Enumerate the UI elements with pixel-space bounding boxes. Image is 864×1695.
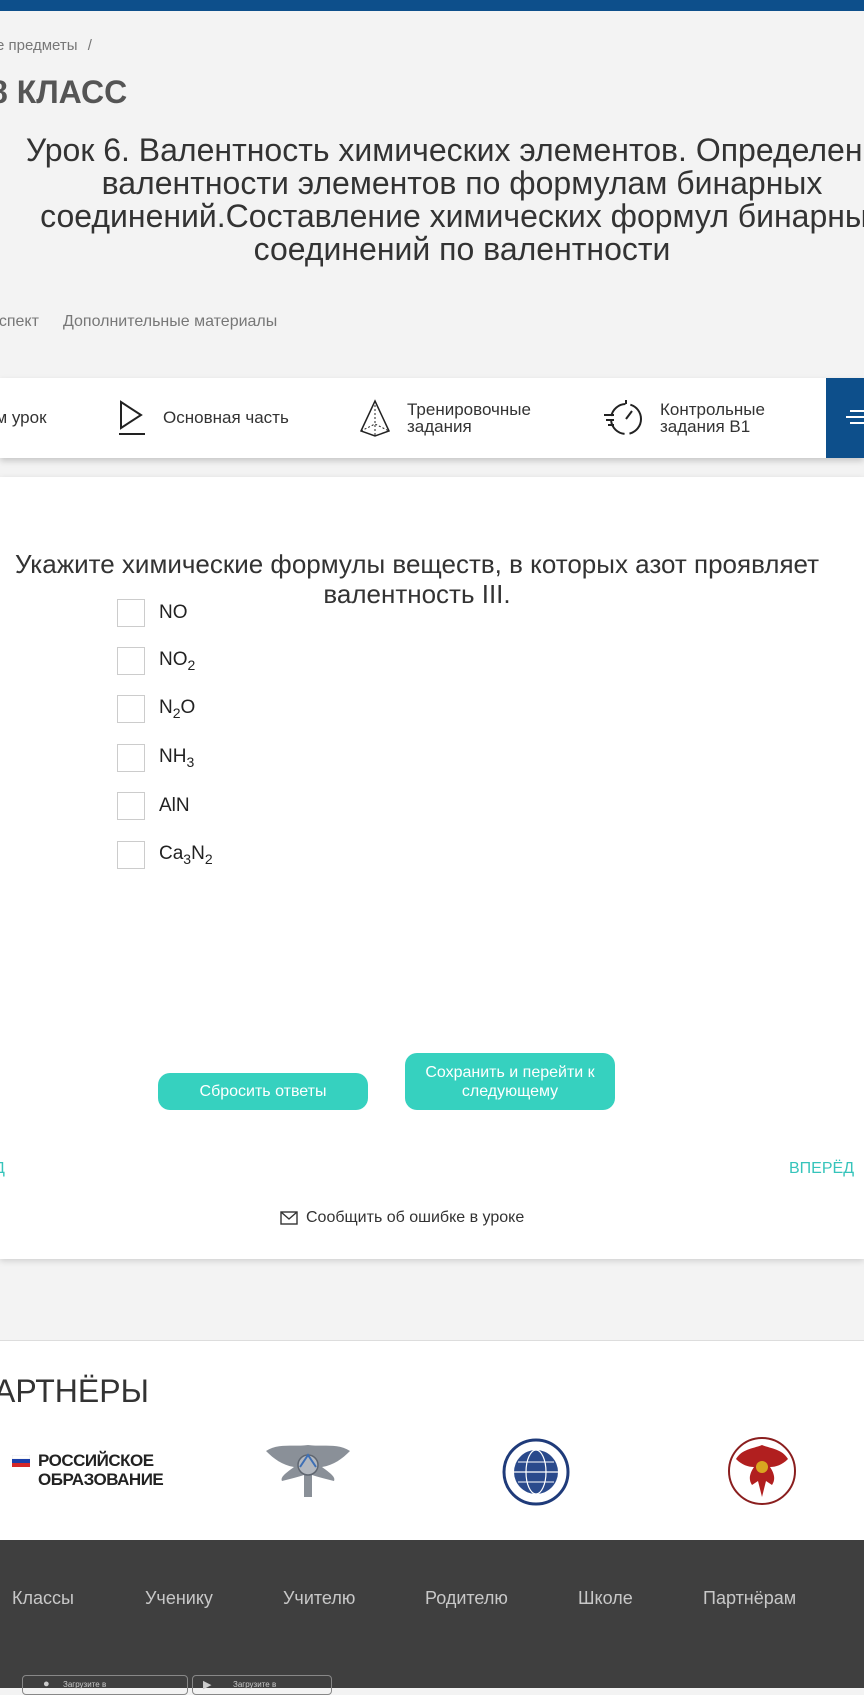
footer: Классы Ученику Учителю Родителю Школе Па… bbox=[0, 1540, 864, 1695]
answer-formula: NO2 bbox=[159, 649, 195, 673]
answer-formula: NH3 bbox=[159, 746, 194, 770]
play-store-icon: ▶ bbox=[203, 1679, 212, 1691]
envelope-icon bbox=[280, 1211, 298, 1225]
formula-text: O bbox=[180, 697, 196, 719]
formula-subscript: 3 bbox=[186, 753, 195, 770]
formula-subscript: 2 bbox=[187, 656, 196, 673]
report-error-label: Сообщить об ошибке в уроке bbox=[306, 1209, 525, 1226]
step-label: Основная часть bbox=[163, 408, 289, 427]
russian-education-logo[interactable]: РОССИЙСКОЕ ОБРАЗОВАНИЕ bbox=[12, 1451, 164, 1489]
step-label-line1: Контрольные bbox=[660, 400, 765, 419]
answer-option[interactable]: AlN bbox=[117, 792, 190, 820]
answer-option[interactable]: NO bbox=[117, 599, 188, 627]
breadcrumb-separator: / bbox=[87, 37, 92, 54]
partners-section: АРТНЁРЫ РОССИЙСКОЕ ОБРАЗОВАНИЕ bbox=[0, 1340, 864, 1541]
military-historical-society-emblem[interactable] bbox=[724, 1435, 800, 1507]
step-main-part[interactable]: Основная часть bbox=[117, 378, 289, 458]
breadcrumb-link[interactable]: е предметы bbox=[0, 37, 78, 54]
grade-title: 8 КЛАСС bbox=[0, 74, 128, 110]
footer-link-teacher[interactable]: Учителю bbox=[283, 1588, 355, 1609]
answer-checkbox[interactable] bbox=[117, 792, 145, 820]
formula-text: N bbox=[159, 697, 173, 719]
task-card: Укажите химические формулы веществ, в ко… bbox=[0, 477, 864, 1259]
answer-option[interactable]: N2O bbox=[117, 695, 195, 723]
breadcrumb: е предметы / bbox=[0, 37, 92, 54]
forward-link[interactable]: ВПЕРЁД bbox=[789, 1160, 854, 1178]
step-training-tasks[interactable]: Тренировочные задания bbox=[359, 378, 531, 458]
save-button-line2: следующему bbox=[461, 1082, 559, 1100]
play-icon bbox=[119, 400, 145, 435]
logo-text-line2: ОБРАЗОВАНИЕ bbox=[38, 1470, 164, 1489]
answer-checkbox[interactable] bbox=[117, 841, 145, 869]
pyramid-icon bbox=[359, 399, 391, 437]
step-label-line2: задания bbox=[407, 417, 472, 436]
google-play-badge[interactable]: ▶ Загрузите в bbox=[192, 1675, 332, 1695]
step-next-active[interactable] bbox=[826, 378, 864, 458]
ministry-eagle-emblem[interactable] bbox=[264, 1437, 352, 1501]
answer-option[interactable]: NH3 bbox=[117, 744, 194, 772]
answer-checkbox[interactable] bbox=[117, 695, 145, 723]
answer-checkbox[interactable] bbox=[117, 599, 145, 627]
russian-flag-icon bbox=[12, 1455, 30, 1467]
answer-formula: AlN bbox=[159, 795, 190, 817]
answer-checkbox[interactable] bbox=[117, 647, 145, 675]
formula-text: NO bbox=[159, 602, 188, 623]
formula-subscript: 3 bbox=[183, 850, 192, 867]
logo-text-line1: РОССИЙСКОЕ bbox=[38, 1451, 154, 1470]
top-bar bbox=[0, 0, 864, 11]
formula-text: AlN bbox=[159, 795, 190, 816]
reset-answers-button[interactable]: Сбросить ответы bbox=[158, 1073, 368, 1110]
geographic-society-emblem[interactable] bbox=[496, 1437, 576, 1507]
formula-text: Ca bbox=[159, 843, 184, 865]
report-error-link[interactable]: Сообщить об ошибке в уроке bbox=[280, 1209, 524, 1227]
answer-formula: N2O bbox=[159, 697, 195, 721]
footer-link-classes[interactable]: Классы bbox=[12, 1588, 74, 1609]
formula-text: N bbox=[191, 843, 205, 865]
step-next-icon bbox=[846, 410, 864, 424]
answer-checkbox[interactable] bbox=[117, 744, 145, 772]
step-label: ем урок bbox=[0, 408, 47, 427]
answer-formula: Ca3N2 bbox=[159, 843, 213, 867]
apple-icon: ● bbox=[43, 1678, 50, 1690]
lesson-steps-bar: ем урок Основная часть Тренировочные зад… bbox=[0, 378, 864, 458]
formula-subscript: 2 bbox=[204, 850, 213, 867]
step-label-line1: Тренировочные bbox=[407, 400, 531, 419]
lesson-title: Урок 6. Валентность химических элементов… bbox=[25, 132, 864, 267]
partners-title: АРТНЁРЫ bbox=[0, 1373, 149, 1409]
answer-option[interactable]: NO2 bbox=[117, 647, 195, 675]
back-link[interactable]: Д bbox=[0, 1160, 5, 1178]
answer-option[interactable]: Ca3N2 bbox=[117, 841, 213, 869]
step-label-line2: задания В1 bbox=[660, 417, 751, 436]
step-control-tasks[interactable]: Контрольные задания В1 bbox=[602, 378, 765, 458]
footer-link-parent[interactable]: Родителю bbox=[425, 1588, 508, 1609]
formula-text: NH bbox=[159, 746, 187, 768]
tab-additional-materials[interactable]: Дополнительные материалы bbox=[63, 313, 277, 331]
step-start-lesson[interactable]: ем урок bbox=[0, 378, 47, 458]
stopwatch-icon bbox=[604, 400, 642, 435]
answer-formula: NO bbox=[159, 602, 188, 624]
save-and-next-button[interactable]: Сохранить и перейти к следующему bbox=[405, 1053, 615, 1110]
footer-link-school[interactable]: Школе bbox=[578, 1588, 633, 1609]
formula-text: NO bbox=[159, 649, 188, 671]
formula-subscript: 2 bbox=[172, 704, 181, 721]
app-store-badge[interactable]: ● Загрузите в bbox=[22, 1675, 188, 1695]
save-button-line1: Сохранить и перейти к bbox=[425, 1063, 595, 1081]
footer-link-partners[interactable]: Партнёрам bbox=[703, 1588, 796, 1609]
tab-summary[interactable]: нспект bbox=[0, 313, 39, 331]
footer-link-student[interactable]: Ученику bbox=[145, 1588, 213, 1609]
